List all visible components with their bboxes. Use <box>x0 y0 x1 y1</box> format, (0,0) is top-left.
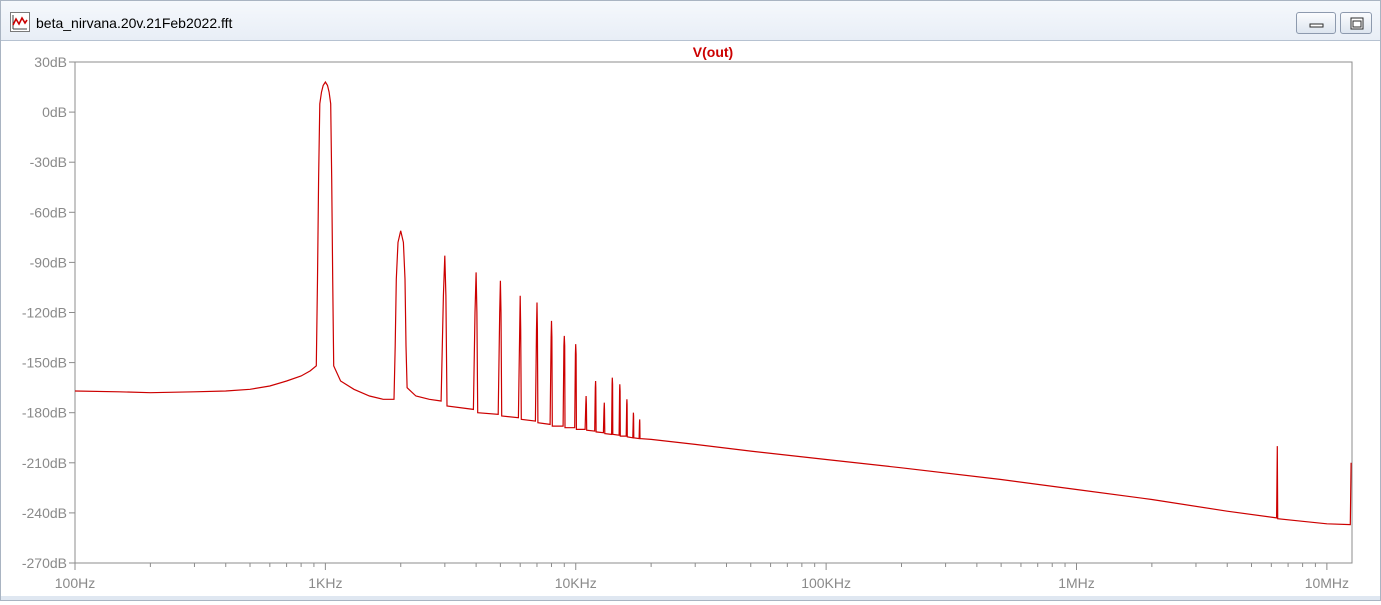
minimize-icon <box>1309 23 1324 28</box>
y-tick-label: -30dB <box>30 154 67 170</box>
y-tick-label: -270dB <box>22 555 67 571</box>
y-tick-label: -150dB <box>22 355 67 371</box>
title-bar[interactable]: beta_nirvana.20v.21Feb2022.fft <box>1 1 1380 41</box>
x-tick-label: 10KHz <box>555 575 597 591</box>
x-tick-label: 100Hz <box>55 575 95 591</box>
y-tick-label: -90dB <box>30 254 67 270</box>
plot-area[interactable]: V(out) 100Hz 1KHz 10KHz 100KHz 1MHz 10MHz 30d… <box>1 41 1380 600</box>
minimize-button[interactable] <box>1296 12 1336 34</box>
y-tick-label: -60dB <box>30 204 67 220</box>
restore-button[interactable] <box>1340 12 1372 34</box>
y-tick-label: -180dB <box>22 405 67 421</box>
plot-frame <box>74 61 1353 564</box>
x-tick-label: 10MHz <box>1305 575 1349 591</box>
chart-title: V(out) <box>693 44 733 60</box>
fft-chart[interactable]: V(out) 100Hz 1KHz 10KHz 100KHz 1MHz 10MHz 30d… <box>1 41 1380 600</box>
y-tick-label: 30dB <box>34 54 67 70</box>
x-axis: 100Hz 1KHz 10KHz 100KHz 1MHz 10MHz <box>55 563 1349 591</box>
y-tick-label: -120dB <box>22 305 67 321</box>
status-strip <box>1 596 1380 600</box>
x-tick-label: 1MHz <box>1058 575 1095 591</box>
window-title: beta_nirvana.20v.21Feb2022.fft <box>36 15 233 31</box>
waveform-icon <box>10 12 30 32</box>
y-tick-label: -240dB <box>22 505 67 521</box>
restore-icon <box>1350 17 1364 30</box>
x-tick-label: 100KHz <box>801 575 851 591</box>
fft-window: beta_nirvana.20v.21Feb2022.fft V(out) 10… <box>0 0 1381 601</box>
y-tick-label: 0dB <box>42 104 67 120</box>
x-tick-label: 1KHz <box>308 575 342 591</box>
y-axis: 30dB 0dB -30dB -60dB -90dB -120dB -150dB -180dB… <box>22 54 75 571</box>
series-line-vout <box>74 80 1352 526</box>
y-tick-label: -210dB <box>22 455 67 471</box>
